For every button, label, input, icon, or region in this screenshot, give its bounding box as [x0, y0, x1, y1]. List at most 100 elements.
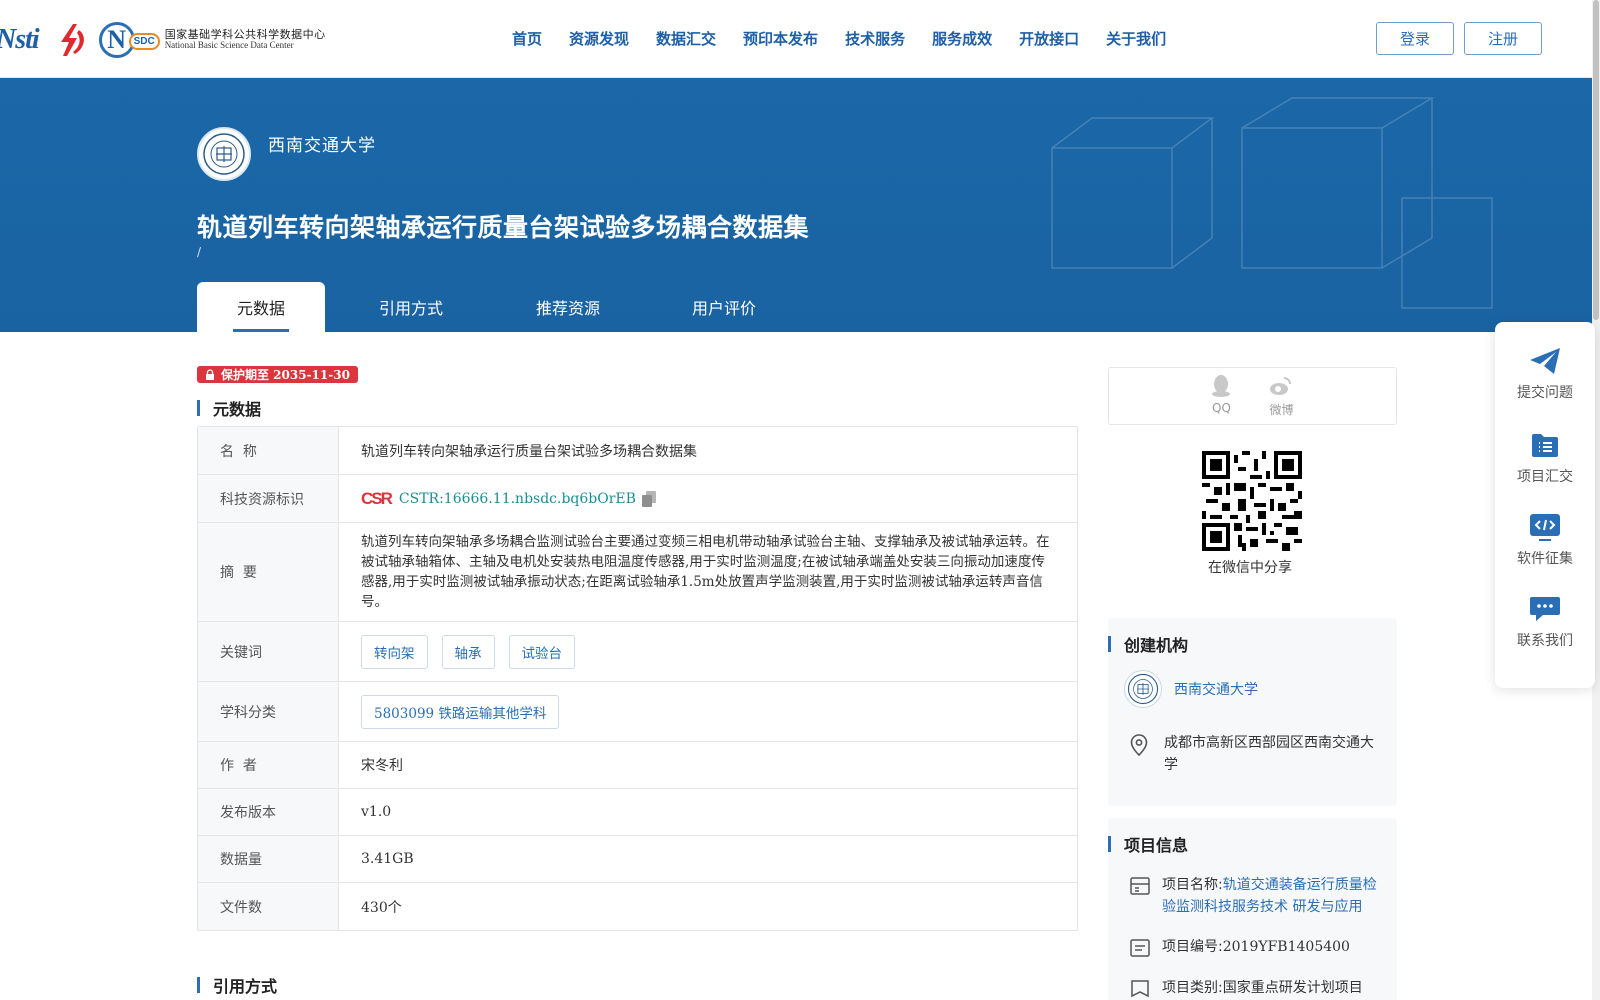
auth-buttons: 登录 注册: [1376, 22, 1542, 55]
cstr-text[interactable]: CSTR:16666.11.nbsdc.bq6bOrEB: [399, 491, 636, 507]
submit-question-button[interactable]: 提交问题: [1495, 346, 1595, 402]
share-weibo-label: 微博: [1269, 403, 1294, 417]
author-value: 宋冬利: [361, 758, 403, 774]
share-qq[interactable]: QQ: [1211, 374, 1231, 424]
wechat-qr-code: [1202, 451, 1302, 551]
logo-group[interactable]: Nsti N SDC 国家基础学科公共科学数据中心 National Basic…: [0, 18, 326, 62]
share-qq-label: QQ: [1212, 401, 1231, 415]
nav-service-outcomes[interactable]: 服务成效: [932, 28, 992, 49]
creator-org-link[interactable]: 西南交通大学: [1174, 679, 1258, 699]
keyword-tag[interactable]: 轴承: [441, 634, 495, 669]
project-heading: 项目信息: [1108, 818, 1397, 856]
dataset-banner: 西南交通大学 轨道列车转向架轴承运行质量台架试验多场耦合数据集 / 元数据 引用…: [0, 78, 1592, 332]
weibo-icon: [1270, 377, 1292, 395]
nav-resource-discovery[interactable]: 资源发现: [569, 28, 629, 49]
heading-accent: [197, 400, 200, 416]
field-label: 科技资源标识: [198, 475, 339, 522]
floating-side-panel: 提交问题 项目汇交 软件征集 联系我们: [1495, 322, 1595, 688]
project-id-row: 项目编号:2019YFB1405400: [1130, 936, 1390, 958]
dataset-tabs: 元数据 引用方式 推荐资源 用户评价: [197, 282, 809, 332]
project-info-card: 项目信息 项目名称:轨道交通装备运行质量检验监测科技服务技术 研发与应用 项目编…: [1108, 818, 1397, 1000]
file-count-value: 430个: [361, 899, 402, 916]
heading-accent: [1108, 636, 1111, 652]
project-submission-button[interactable]: 项目汇交: [1495, 430, 1595, 486]
tab-metadata[interactable]: 元数据: [197, 282, 325, 332]
creator-address: 成都市高新区西部园区西南交通大学: [1164, 735, 1374, 773]
tab-citation[interactable]: 引用方式: [325, 282, 497, 332]
project-type-row: 项目类别:国家重点研发计划项目: [1130, 977, 1390, 999]
nav-preprint[interactable]: 预印本发布: [743, 28, 818, 49]
cstr-logo: CSR: [361, 488, 393, 508]
subject-tag[interactable]: 5803099 铁路运输其他学科: [361, 694, 560, 729]
heading-accent: [1108, 836, 1111, 852]
field-label: 作 者: [198, 742, 339, 788]
table-row: 摘 要 轨道列车转向架轴承多场耦合监测试验台主要通过变频三相电机带动轴承试验台主…: [198, 523, 1077, 622]
float-item-label: 提交问题: [1517, 385, 1573, 401]
nav-open-api[interactable]: 开放接口: [1019, 28, 1079, 49]
tab-reviews[interactable]: 用户评价: [639, 282, 809, 332]
project-id-icon: [1130, 939, 1150, 957]
protection-badge: 保护期至 2035-11-30: [197, 366, 358, 383]
share-weibo[interactable]: 微博: [1269, 374, 1294, 424]
login-button[interactable]: 登录: [1376, 22, 1454, 55]
nsti-logo[interactable]: Nsti: [0, 24, 40, 56]
cstr-value-cell: CSR CSTR:16666.11.nbsdc.bq6bOrEB: [339, 475, 1077, 522]
wechat-share-label: 在微信中分享: [1208, 560, 1292, 576]
chat-bubble-icon: [1530, 597, 1560, 621]
subject-cell: 5803099 铁路运输其他学科: [339, 682, 1077, 741]
nav-about[interactable]: 关于我们: [1106, 28, 1166, 49]
abstract-value: 轨道列车转向架轴承多场耦合监测试验台主要通过变频三相电机带动轴承试验台主轴、支撑…: [361, 534, 1050, 610]
project-heading-text: 项目信息: [1124, 836, 1189, 855]
creator-org-row[interactable]: 西南交通大学: [1124, 670, 1258, 708]
citation-heading: 引用方式: [197, 973, 277, 997]
copy-icon[interactable]: [641, 490, 656, 507]
table-row: 数据量 3.41GB: [198, 836, 1077, 883]
project-type-label: 项目类别:: [1162, 980, 1223, 996]
table-row: 科技资源标识 CSR CSTR:16666.11.nbsdc.bq6bOrEB: [198, 475, 1077, 523]
citation-heading-text: 引用方式: [213, 977, 278, 996]
table-row: 关键词 转向架 轴承 试验台: [198, 622, 1077, 682]
project-name-label: 项目名称:: [1162, 877, 1223, 893]
paper-plane-icon: [1530, 348, 1560, 374]
share-box: QQ 微博: [1108, 367, 1397, 425]
dataset-title: 轨道列车转向架轴承运行质量台架试验多场耦合数据集: [197, 213, 810, 242]
field-label: 数据量: [198, 836, 339, 882]
nav-home[interactable]: 首页: [512, 28, 542, 49]
banner-decoration: [1051, 97, 1493, 309]
field-label: 学科分类: [198, 682, 339, 741]
org-logo-small: [1124, 670, 1162, 708]
project-type-icon: [1131, 980, 1149, 998]
nav-data-submission[interactable]: 数据汇交: [656, 28, 716, 49]
nsdc-tag: SDC: [128, 33, 160, 50]
keyword-tag[interactable]: 转向架: [361, 634, 428, 669]
creator-heading: 创建机构: [1108, 618, 1397, 656]
field-label: 名 称: [198, 427, 339, 474]
university-seal-icon: [203, 133, 245, 175]
org-name[interactable]: 西南交通大学: [268, 131, 376, 156]
project-name-row: 项目名称:轨道交通装备运行质量检验监测科技服务技术 研发与应用: [1130, 874, 1390, 918]
dataset-subtitle: /: [197, 245, 202, 259]
contact-us-button[interactable]: 联系我们: [1495, 594, 1595, 650]
tab-recommended[interactable]: 推荐资源: [497, 282, 639, 332]
data-size-value: 3.41GB: [361, 851, 414, 867]
float-item-label: 项目汇交: [1517, 469, 1573, 485]
nav-tech-services[interactable]: 技术服务: [845, 28, 905, 49]
table-row: 作 者 宋冬利: [198, 742, 1077, 789]
nsdc-logo[interactable]: N SDC 国家基础学科公共科学数据中心 National Basic Scie…: [98, 22, 326, 58]
field-label: 发布版本: [198, 789, 339, 835]
keyword-tag[interactable]: 试验台: [508, 634, 575, 669]
metadata-heading: 元数据: [197, 396, 261, 420]
version-value: v1.0: [361, 804, 392, 820]
cstr-link[interactable]: CSR CSTR:16666.11.nbsdc.bq6bOrEB: [361, 489, 636, 509]
main-nav: 首页 资源发现 数据汇交 预印本发布 技术服务 服务成效 开放接口 关于我们: [512, 28, 1193, 49]
field-label: 关键词: [198, 622, 339, 681]
scrollbar-thumb[interactable]: [1593, 0, 1599, 320]
red-emblem-logo[interactable]: [53, 22, 89, 58]
lock-icon: [206, 369, 214, 380]
software-collection-button[interactable]: 软件征集: [1495, 512, 1595, 568]
table-row: 文件数 430个: [198, 883, 1077, 930]
table-row: 名 称 轨道列车转向架轴承运行质量台架试验多场耦合数据集: [198, 427, 1077, 475]
university-seal-icon: [1127, 673, 1159, 705]
register-button[interactable]: 注册: [1464, 22, 1542, 55]
nsdc-text: 国家基础学科公共科学数据中心 National Basic Science Da…: [165, 28, 326, 51]
